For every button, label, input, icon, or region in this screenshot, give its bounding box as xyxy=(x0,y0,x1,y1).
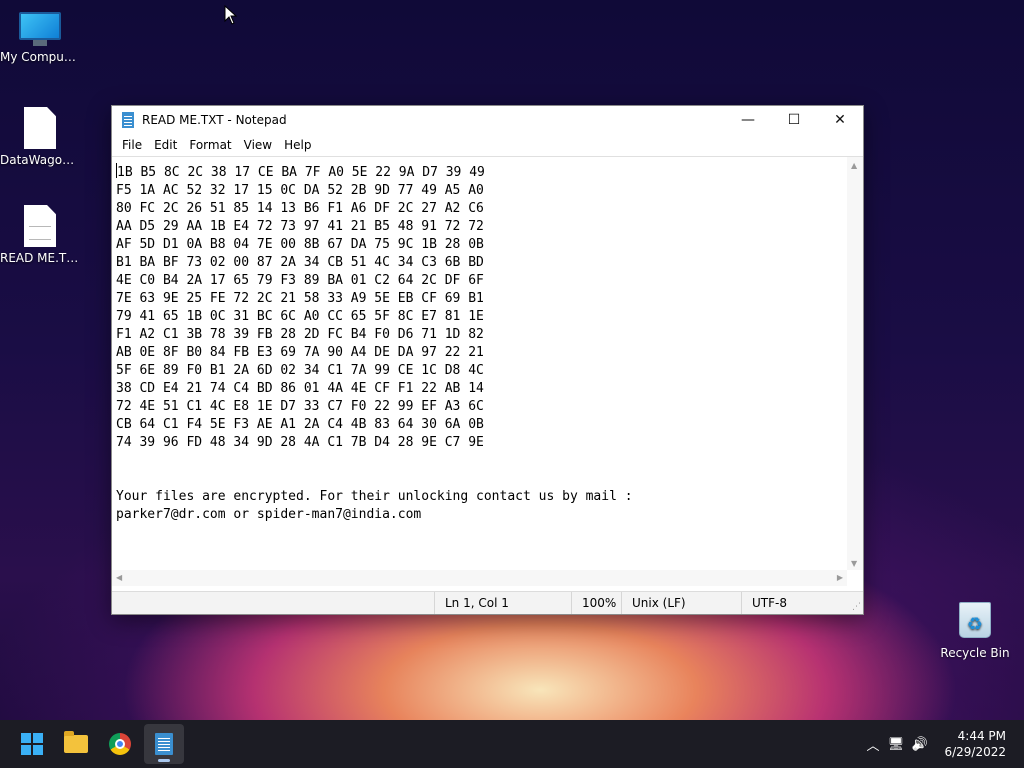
chrome-icon xyxy=(109,733,131,755)
text-file-icon xyxy=(24,205,56,247)
computer-icon xyxy=(19,12,61,46)
document-content: 1B B5 8C 2C 38 17 CE BA 7F A0 5E 22 9A D… xyxy=(116,165,633,522)
file-explorer-icon xyxy=(64,731,88,753)
chrome-button[interactable] xyxy=(100,724,140,764)
mouse-cursor-icon xyxy=(224,5,238,25)
show-hidden-icons-button[interactable]: ︿ xyxy=(862,735,884,754)
editor-text-area[interactable]: 1B B5 8C 2C 38 17 CE BA 7F A0 5E 22 9A D… xyxy=(116,163,845,568)
desktop-icon-recycle-bin[interactable]: ♻ Recycle Bin xyxy=(935,598,1015,660)
text-editor[interactable]: 1B B5 8C 2C 38 17 CE BA 7F A0 5E 22 9A D… xyxy=(112,156,863,586)
menu-edit[interactable]: Edit xyxy=(148,138,183,152)
notepad-taskbar-button[interactable] xyxy=(144,724,184,764)
network-icon[interactable]: 🖥 xyxy=(884,737,908,752)
status-line-ending: Unix (LF) xyxy=(621,592,741,614)
maximize-icon: ☐ xyxy=(787,112,801,128)
status-encoding: UTF-8 xyxy=(741,592,846,614)
desktop-icon-read-me[interactable]: READ ME.TXT xyxy=(0,205,80,265)
close-icon: ✕ xyxy=(834,112,846,128)
taskbar: ︿ 🖥 🔊 4:44 PM 6/29/2022 xyxy=(0,720,1024,768)
file-explorer-button[interactable] xyxy=(56,724,96,764)
status-zoom: 100% xyxy=(571,592,621,614)
window-title: READ ME.TXT - Notepad xyxy=(142,113,287,127)
desktop-icon-label: Recycle Bin xyxy=(940,646,1010,660)
clock-time: 4:44 PM xyxy=(957,729,1006,743)
minimize-icon: — xyxy=(741,112,755,128)
desktop-icon-datawagon[interactable]: DataWagon.... xyxy=(0,107,80,167)
maximize-button[interactable]: ☐ xyxy=(771,106,817,134)
vertical-scrollbar[interactable]: ▲ ▼ xyxy=(847,157,863,570)
volume-icon[interactable]: 🔊 xyxy=(908,737,932,752)
close-button[interactable]: ✕ xyxy=(817,106,863,134)
start-button[interactable] xyxy=(12,724,52,764)
title-bar[interactable]: READ ME.TXT - Notepad — ☐ ✕ xyxy=(112,106,863,134)
recycle-bin-icon: ♻ xyxy=(957,602,993,642)
menu-bar: File Edit Format View Help xyxy=(112,134,863,156)
horizontal-scrollbar[interactable]: ◀ ▶ xyxy=(112,570,847,586)
scroll-down-icon[interactable]: ▼ xyxy=(851,559,857,568)
menu-view[interactable]: View xyxy=(238,138,278,152)
notepad-icon xyxy=(122,112,134,128)
desktop-icon-label: DataWagon.... xyxy=(0,153,80,167)
scroll-up-icon[interactable]: ▲ xyxy=(851,161,857,170)
status-bar: Ln 1, Col 1 100% Unix (LF) UTF-8 ⋰ xyxy=(112,591,863,614)
notepad-icon xyxy=(155,733,173,755)
notepad-window[interactable]: READ ME.TXT - Notepad — ☐ ✕ File Edit Fo… xyxy=(111,105,864,615)
desktop-icon-label: READ ME.TXT xyxy=(0,251,80,265)
menu-file[interactable]: File xyxy=(116,138,148,152)
scroll-left-icon[interactable]: ◀ xyxy=(116,573,122,582)
status-position: Ln 1, Col 1 xyxy=(434,592,571,614)
system-clock[interactable]: 4:44 PM 6/29/2022 xyxy=(944,728,1006,760)
scroll-right-icon[interactable]: ▶ xyxy=(837,573,843,582)
desktop-icon-my-computer[interactable]: My Computer xyxy=(0,12,80,64)
clock-date: 6/29/2022 xyxy=(944,745,1006,759)
minimize-button[interactable]: — xyxy=(725,106,771,134)
menu-format[interactable]: Format xyxy=(183,138,237,152)
file-icon xyxy=(24,107,56,149)
desktop-icon-label: My Computer xyxy=(0,50,80,64)
start-icon xyxy=(21,733,43,755)
menu-help[interactable]: Help xyxy=(278,138,317,152)
resize-grip-icon[interactable]: ⋰ xyxy=(852,602,861,612)
